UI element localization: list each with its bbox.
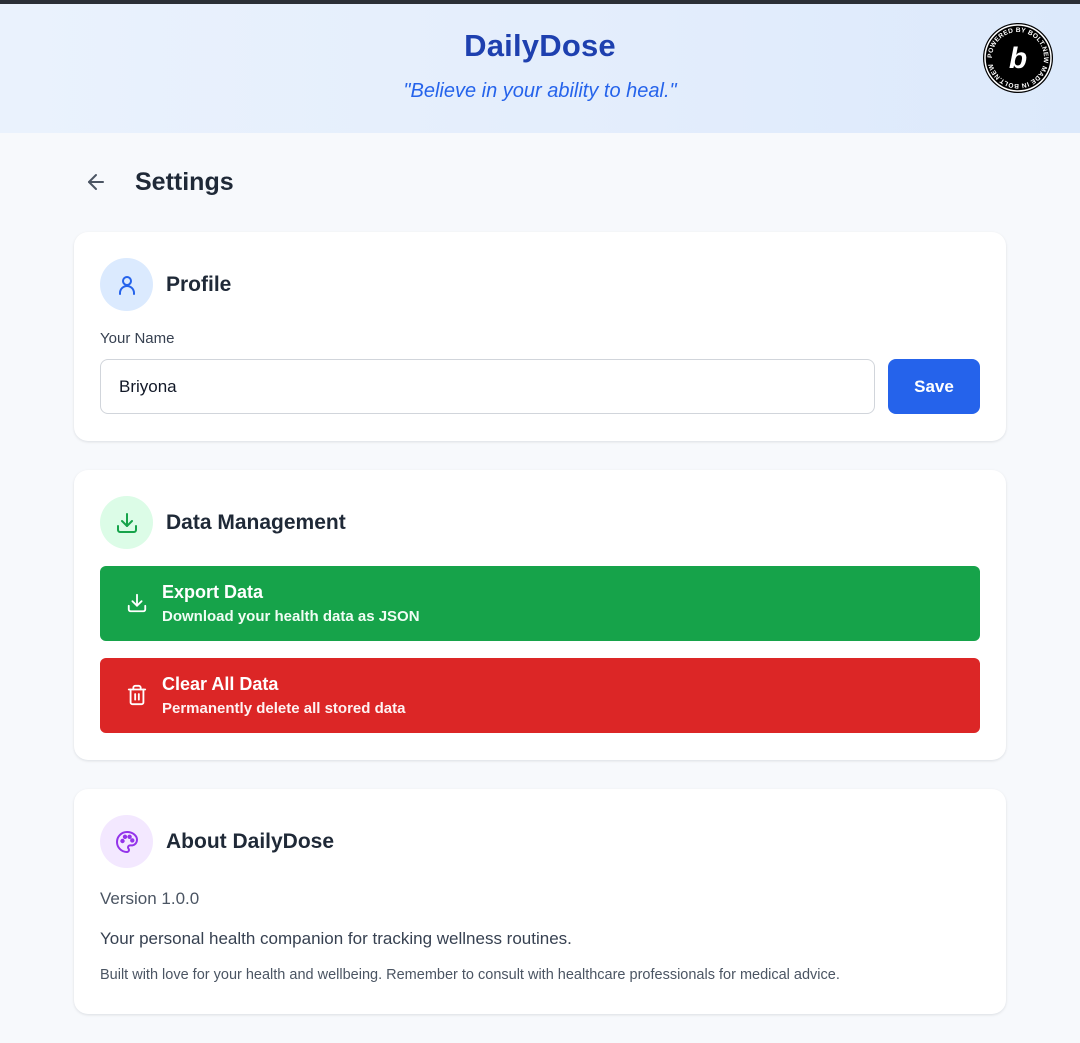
data-management-title: Data Management [166,510,346,534]
download-icon [127,593,147,613]
about-icon-badge [100,815,153,868]
export-data-subtitle: Download your health data as JSON [162,608,420,625]
clear-data-button[interactable]: Clear All Data Permanently delete all st… [100,658,980,733]
app-disclaimer: Built with love for your health and well… [100,967,840,983]
back-button[interactable] [82,168,110,196]
about-title: About DailyDose [166,829,335,853]
clear-data-subtitle: Permanently delete all stored data [162,700,406,717]
data-management-card: Data Management Export Data Download you… [74,470,1006,760]
profile-title: Profile [166,272,232,296]
bolt-badge[interactable]: POWERED BY BOLT.NEW MADE IN BOLT.NEW b [983,23,1053,93]
profile-icon-badge [100,258,153,311]
export-data-title: Export Data [162,582,264,602]
app-title: DailyDose [464,28,616,63]
about-card-header: About DailyDose [100,815,334,868]
tagline: "Believe in your ability to heal." [403,80,677,102]
profile-card: Profile Your Name Save [74,232,1006,441]
name-field-label: Your Name [100,330,175,347]
arrow-left-icon [88,174,104,190]
about-card: About DailyDose Version 1.0.0 Your perso… [74,789,1006,1014]
save-button[interactable]: Save [888,359,980,414]
user-icon [118,275,135,295]
clear-data-title: Clear All Data [162,674,279,694]
badge-letter: b [1009,42,1027,75]
name-input[interactable] [100,359,875,414]
bolt-badge-icon: POWERED BY BOLT.NEW MADE IN BOLT.NEW b [984,24,1052,92]
trash-icon [127,684,147,706]
app-header: DailyDose "Believe in your ability to he… [0,4,1080,133]
data-management-header: Data Management [100,496,346,549]
page-title: Settings [135,167,234,196]
download-icon [116,512,137,533]
export-data-button[interactable]: Export Data Download your health data as… [100,566,980,641]
profile-card-header: Profile [100,258,231,311]
app-description: Your personal health companion for track… [100,929,572,948]
data-management-icon-badge [100,496,153,549]
palette-icon [115,830,138,853]
page-header: Settings [82,164,234,200]
app-version: Version 1.0.0 [100,889,200,908]
